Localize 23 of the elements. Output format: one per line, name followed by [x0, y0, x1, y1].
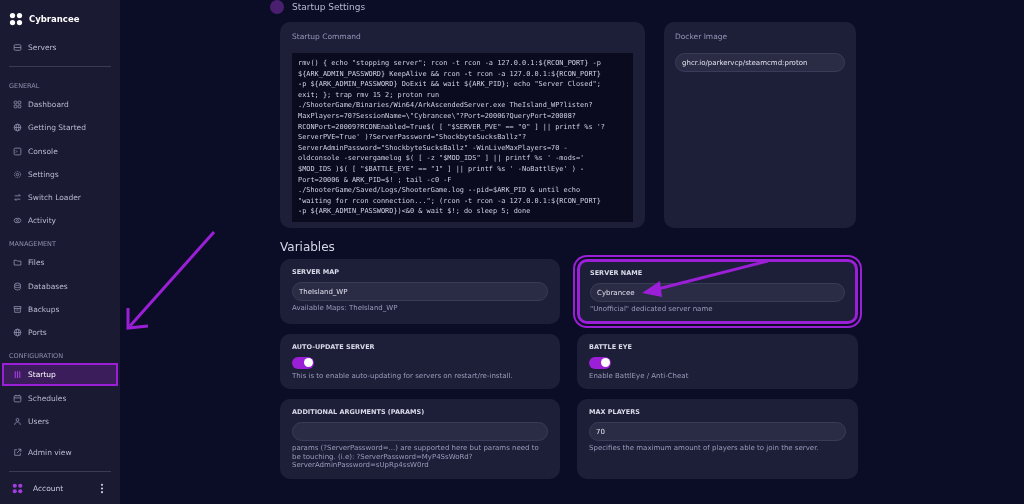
eye-icon — [13, 216, 22, 226]
swap-arrows-icon — [13, 193, 22, 203]
sliders-icon — [13, 370, 22, 380]
globe-icon — [13, 328, 22, 338]
toggle-switch[interactable] — [589, 356, 611, 369]
page-title: Startup Settings — [292, 2, 366, 12]
brand-name: Cybrancee — [29, 14, 80, 24]
text-field[interactable] — [292, 422, 548, 441]
folder-icon — [13, 258, 22, 268]
archive-icon — [13, 304, 22, 314]
logo-icon — [9, 12, 23, 26]
globe-icon — [13, 123, 22, 133]
section-title: Variables — [280, 240, 336, 254]
terminal-icon — [13, 146, 22, 156]
database-icon — [13, 281, 22, 291]
server-icon — [13, 43, 22, 53]
external-link-icon — [13, 448, 22, 457]
grid-icon — [13, 100, 22, 110]
account-icon — [12, 482, 23, 494]
users-icon — [13, 416, 22, 426]
toggle-switch[interactable] — [292, 356, 314, 369]
kebab-menu-icon[interactable] — [100, 482, 104, 494]
settings-icon — [13, 169, 22, 179]
